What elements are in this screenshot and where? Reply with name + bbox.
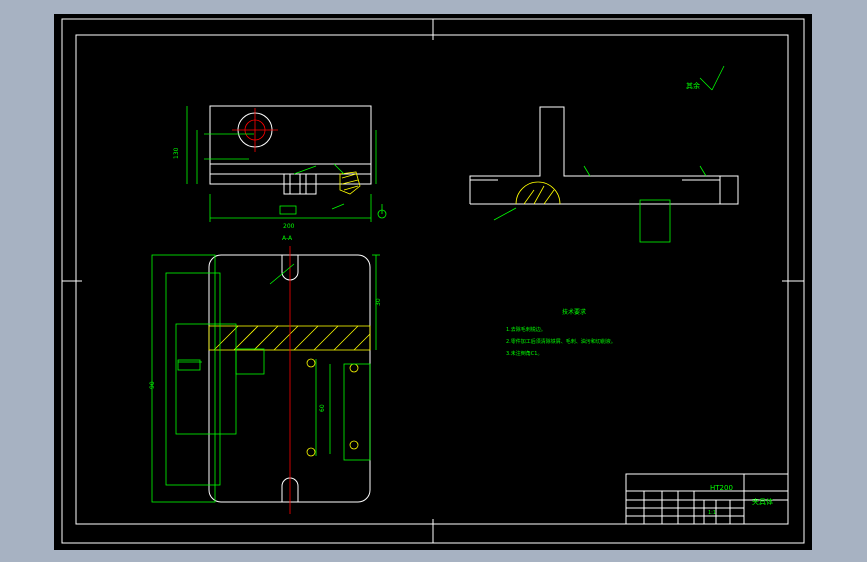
dimension-60: 60 xyxy=(319,404,326,412)
material-label: HT200 xyxy=(710,484,733,492)
dimension-30: 30 xyxy=(375,298,382,306)
roughness-note: 其余 xyxy=(686,81,700,90)
inner-border xyxy=(75,34,789,525)
dimension-130: 130 xyxy=(173,147,180,159)
sheet-frame xyxy=(61,18,805,544)
dimension-200: 200 xyxy=(283,223,295,230)
tech-req-1: 1.去除毛刺锐边。 xyxy=(506,326,546,333)
cad-drawing: 200 130 A-A 90 60 30 其余 技术要求 1.去除毛刺锐边。 2… xyxy=(61,18,805,544)
part-name: 夹具体 xyxy=(752,497,773,506)
tech-requirements: 技术要求 1.去除毛刺锐边。 2.零件加工后须清除铁屑、毛刺、油污和切削液。 3… xyxy=(506,308,616,357)
top-view xyxy=(151,246,380,514)
tech-title: 技术要求 xyxy=(562,308,586,316)
side-view xyxy=(469,65,739,243)
scale-value: 1:1 xyxy=(708,510,716,516)
centering-marks xyxy=(62,19,804,543)
cad-viewport[interactable]: 200 130 A-A 90 60 30 其余 技术要求 1.去除毛刺锐边。 2… xyxy=(54,14,812,550)
section-label: A-A xyxy=(282,235,293,242)
front-view xyxy=(186,105,387,222)
tech-req-2: 2.零件加工后须清除铁屑、毛刺、油污和切削液。 xyxy=(506,338,616,345)
tech-req-3: 3.未注倒角C1。 xyxy=(506,350,542,357)
dimension-90: 90 xyxy=(149,381,156,389)
